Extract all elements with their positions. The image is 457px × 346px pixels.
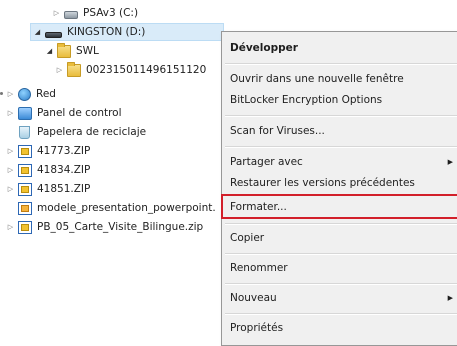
format-highlight-box (221, 194, 457, 219)
menu-item-new[interactable]: Nouveau ▶ (222, 287, 457, 309)
menu-item-label: Ouvrir dans une nouvelle fenêtre (230, 73, 404, 85)
menu-item-rename[interactable]: Renommer (222, 257, 457, 279)
tree-item-zip[interactable]: ▷ 41851.ZIP (6, 180, 90, 198)
menu-item-restore-previous-versions[interactable]: Restaurer les versions précédentes (222, 172, 457, 194)
pptx-icon (18, 201, 32, 215)
expand-arrow-icon[interactable]: ▷ (6, 185, 15, 193)
menu-separator (225, 115, 457, 117)
expand-arrow-icon[interactable]: ▷ (52, 9, 61, 17)
tree-item-zip[interactable]: ▷ 41834.ZIP (6, 161, 90, 179)
expand-arrow-icon[interactable]: ▷ (6, 147, 15, 155)
control-panel-icon (18, 106, 32, 120)
menu-separator (225, 283, 457, 285)
menu-separator (225, 313, 457, 315)
collapse-arrow-icon[interactable]: ◢ (45, 47, 54, 55)
menu-separator (225, 253, 457, 255)
menu-item-label: Propriétés (230, 322, 284, 334)
context-menu: Développer Ouvrir dans une nouvelle fenê… (221, 31, 457, 346)
recycle-bin-icon (19, 125, 30, 139)
menu-item-label: Copier (230, 232, 265, 244)
menu-item-bitlocker[interactable]: BitLocker Encryption Options (222, 89, 457, 111)
menu-item-label: Scan for Viruses... (230, 125, 325, 137)
menu-item-properties[interactable]: Propriétés (222, 317, 457, 339)
expand-arrow-icon[interactable]: ▷ (6, 109, 15, 117)
tree-item-label: modele_presentation_powerpoint. (37, 202, 216, 214)
tree-item-label: 41851.ZIP (37, 183, 91, 195)
menu-item-copy[interactable]: Copier (222, 227, 457, 249)
tree-item-network[interactable]: ▷ Red (6, 85, 56, 103)
tree-item-label: PSAv3 (C:) (83, 7, 139, 19)
tree-item-pptx[interactable]: modele_presentation_powerpoint. (18, 199, 216, 217)
collapse-arrow-icon[interactable]: ◢ (33, 28, 42, 36)
expand-arrow-icon[interactable]: ▷ (6, 90, 15, 98)
tree-item-recycle-bin[interactable]: Papelera de reciclaje (18, 123, 146, 141)
expand-arrow-icon[interactable]: ▷ (55, 66, 64, 74)
zip-icon (18, 220, 32, 234)
zip-icon (18, 163, 32, 177)
menu-item-label: BitLocker Encryption Options (230, 94, 383, 106)
menu-item-label: Restaurer les versions précédentes (230, 177, 415, 189)
usb-drive-icon (45, 32, 62, 38)
tree-item-label: Papelera de reciclaje (37, 126, 147, 138)
network-icon (18, 87, 31, 101)
folder-icon (57, 42, 71, 58)
tree-item-label: 41773.ZIP (37, 145, 91, 157)
zip-icon (18, 182, 32, 196)
submenu-arrow-icon: ▶ (447, 294, 453, 302)
tree-item-subfolder[interactable]: ▷ 002315011496151120 (55, 61, 206, 79)
tree-item-control-panel[interactable]: ▷ Panel de control (6, 104, 122, 122)
menu-item-label: Nouveau (230, 292, 277, 304)
menu-item-open-new-window[interactable]: Ouvrir dans une nouvelle fenêtre (222, 68, 457, 90)
tree-item-swl[interactable]: ◢ SWL (45, 42, 99, 60)
menu-item-scan-viruses[interactable]: Scan for Viruses... (222, 120, 457, 142)
tree-item-label: SWL (76, 45, 99, 57)
tree-item-label: Red (36, 88, 56, 100)
tree-item-zip[interactable]: ▷ 41773.ZIP (6, 142, 90, 160)
menu-item-label: Partager avec (230, 156, 303, 168)
tree-item-label: 41834.ZIP (37, 164, 91, 176)
folder-icon (67, 61, 81, 77)
menu-item-expand[interactable]: Développer (222, 37, 457, 59)
tree-item-label: KINGSTON (D:) (67, 26, 146, 38)
tree-item-label: 002315011496151120 (86, 64, 207, 76)
tree-item-label: PB_05_Carte_Visite_Bilingue.zip (37, 221, 204, 233)
tree-item-psav3-drive[interactable]: ▷ PSAv3 (C:) (52, 4, 138, 22)
menu-separator (225, 146, 457, 148)
expand-arrow-icon[interactable]: ▷ (6, 166, 15, 174)
tree-edge-marker (0, 92, 3, 95)
tree-item-zip[interactable]: ▷ PB_05_Carte_Visite_Bilingue.zip (6, 218, 203, 236)
menu-item-label: Développer (230, 42, 298, 54)
expand-arrow-icon[interactable]: ▷ (6, 223, 15, 231)
drive-icon (64, 10, 78, 19)
tree-item-label: Panel de control (37, 107, 122, 119)
menu-separator (225, 63, 457, 65)
menu-separator (225, 223, 457, 225)
submenu-arrow-icon: ▶ (447, 158, 453, 166)
tree-item-kingston-drive[interactable]: ◢ KINGSTON (D:) (30, 23, 224, 41)
menu-item-share-with[interactable]: Partager avec ▶ (222, 151, 457, 173)
zip-icon (18, 144, 32, 158)
menu-item-label: Renommer (230, 262, 288, 274)
